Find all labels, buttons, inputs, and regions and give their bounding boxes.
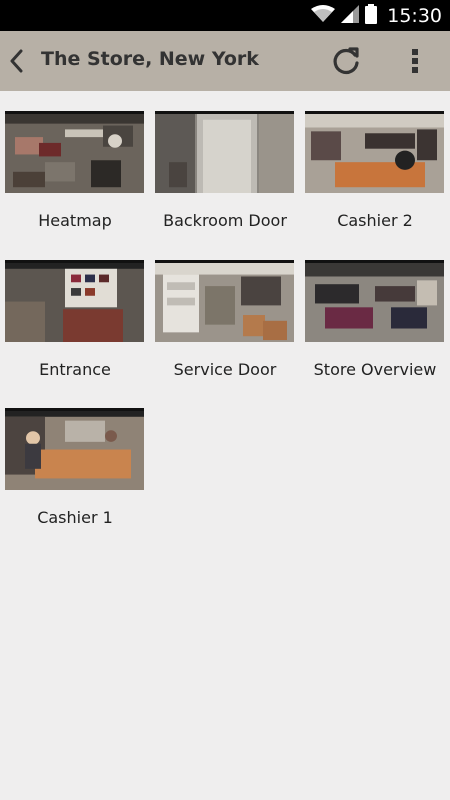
camera-thumbnail[interactable] <box>305 111 444 193</box>
camera-tile[interactable]: Entrance <box>0 240 150 388</box>
camera-label: Entrance <box>39 360 111 379</box>
camera-label: Store Overview <box>313 360 437 379</box>
camera-tile[interactable]: Service Door <box>150 240 300 388</box>
camera-thumbnail[interactable] <box>155 111 294 193</box>
page-title: The Store, New York <box>41 48 259 70</box>
battery-icon <box>365 3 378 28</box>
camera-label: Service Door <box>173 360 277 379</box>
toolbar: The Store, New York <box>0 31 450 91</box>
signal-icon <box>341 4 360 27</box>
camera-tile[interactable]: Backroom Door <box>150 91 300 239</box>
camera-label: Heatmap <box>38 211 112 230</box>
wifi-icon <box>311 4 336 27</box>
overflow-menu-icon[interactable] <box>404 46 426 76</box>
camera-thumbnail[interactable] <box>155 260 294 342</box>
camera-thumbnail[interactable] <box>5 111 144 193</box>
refresh-icon[interactable] <box>331 45 361 77</box>
status-time: 15:30 <box>387 4 442 27</box>
status-bar: 15:30 <box>0 0 450 31</box>
camera-tile[interactable]: Heatmap <box>0 91 150 239</box>
back-arrow-icon[interactable] <box>6 46 26 76</box>
camera-tile[interactable]: Cashier 1 <box>0 388 150 536</box>
camera-tile[interactable]: Cashier 2 <box>300 91 450 239</box>
camera-label: Cashier 1 <box>37 508 113 527</box>
camera-thumbnail[interactable] <box>305 260 444 342</box>
camera-thumbnail[interactable] <box>5 408 144 490</box>
camera-thumbnail[interactable] <box>5 260 144 342</box>
camera-label: Cashier 2 <box>337 211 413 230</box>
camera-tile[interactable]: Store Overview <box>300 240 450 388</box>
camera-label: Backroom Door <box>163 211 287 230</box>
